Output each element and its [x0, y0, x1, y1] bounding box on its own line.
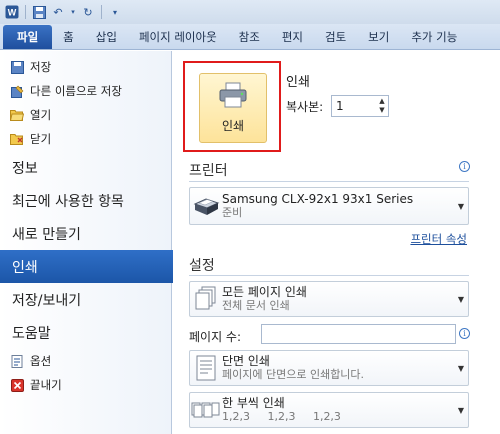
pages-label: 페이지 수:: [189, 330, 242, 344]
save-icon[interactable]: [31, 4, 47, 20]
section-divider: [189, 181, 469, 182]
undo-dropdown-icon[interactable]: ▾: [69, 4, 77, 20]
print-button-label: 인쇄: [221, 119, 245, 133]
single-sided-icon: [190, 352, 222, 384]
collate-icon: [190, 394, 222, 426]
printer-dropdown[interactable]: Samsung CLX-92x1 93x1 Series 준비 ▼: [189, 187, 469, 225]
nav-save-send[interactable]: 저장/보내기: [0, 283, 171, 316]
print-button[interactable]: 인쇄: [199, 73, 267, 143]
customize-icon[interactable]: ▾: [107, 4, 123, 20]
printer-device-icon: [190, 190, 222, 222]
tab-file[interactable]: 파일: [3, 25, 53, 49]
print-range-main: 모든 페이지 인쇄: [222, 285, 307, 299]
folder-open-icon: [10, 108, 24, 122]
pages-stack-icon: [190, 283, 222, 315]
options-icon: [10, 354, 24, 368]
tab-mailings[interactable]: 편지: [271, 25, 314, 49]
settings-section-title: 설정: [189, 258, 215, 274]
nav-options-label: 옵션: [30, 354, 52, 368]
printer-properties-link[interactable]: 프린터 속성: [410, 231, 467, 247]
folder-close-icon: [10, 132, 24, 146]
copies-value: 1: [336, 99, 344, 113]
nav-open-label: 열기: [30, 108, 52, 122]
nav-recent[interactable]: 최근에 사용한 항목: [0, 184, 171, 217]
nav-close[interactable]: 닫기: [0, 127, 171, 151]
undo-icon[interactable]: ↶: [50, 4, 66, 20]
nav-print[interactable]: 인쇄: [0, 250, 185, 283]
tab-insert[interactable]: 삽입: [85, 25, 128, 49]
quick-access-toolbar: W ↶ ▾ ↻ ▾: [0, 0, 500, 24]
printer-info-icon[interactable]: i: [459, 161, 470, 172]
nav-save-as-label: 다른 이름으로 저장: [30, 84, 122, 98]
qat-divider: [25, 5, 26, 19]
tab-home[interactable]: 홈: [52, 25, 85, 49]
nav-save-label: 저장: [30, 60, 52, 74]
nav-save-as[interactable]: 다른 이름으로 저장: [0, 79, 171, 103]
tab-references[interactable]: 참조: [228, 25, 271, 49]
svg-text:W: W: [8, 8, 17, 18]
printer-icon: [218, 82, 248, 111]
copies-stepper[interactable]: 1 ▲ ▼: [331, 95, 389, 117]
chevron-down-icon: ▼: [457, 405, 465, 415]
spin-down-icon[interactable]: ▼: [377, 106, 387, 115]
save-icon: [10, 60, 24, 74]
collate-sub: 1,2,3 1,2,3 1,2,3: [222, 410, 341, 423]
tab-page-layout[interactable]: 페이지 레이아웃: [128, 25, 228, 49]
nav-new[interactable]: 새로 만들기: [0, 217, 171, 250]
print-range-dropdown[interactable]: 모든 페이지 인쇄 전체 문서 인쇄 ▼: [189, 281, 469, 317]
tab-view[interactable]: 보기: [357, 25, 400, 49]
nav-exit[interactable]: 끝내기: [0, 373, 171, 397]
print-panel: 인쇄 인쇄 복사본: 1 ▲ ▼ 프린터 i Samsung CLX-92x1 …: [173, 51, 500, 434]
printer-section-title: 프린터: [189, 163, 228, 179]
nav-save[interactable]: 저장: [0, 55, 171, 79]
backstage-nav: 저장 다른 이름으로 저장 열기 닫기 정보 최근에 사용한 항목 새로 만들기…: [0, 51, 185, 434]
collate-dropdown[interactable]: 한 부씩 인쇄 1,2,3 1,2,3 1,2,3 ▼: [189, 392, 469, 428]
nav-help[interactable]: 도움말: [0, 316, 171, 349]
spin-up-icon[interactable]: ▲: [377, 97, 387, 106]
tab-add-ins[interactable]: 추가 기능: [400, 25, 468, 49]
copies-spinner: ▲ ▼: [377, 97, 387, 115]
sides-sub: 페이지에 단면으로 인쇄합니다.: [222, 368, 365, 381]
printer-name: Samsung CLX-92x1 93x1 Series: [222, 192, 414, 206]
chevron-down-icon: ▼: [457, 201, 465, 211]
copies-label: 복사본:: [286, 100, 324, 114]
nav-exit-label: 끝내기: [30, 378, 62, 392]
exit-icon: [10, 378, 24, 392]
chevron-down-icon: ▼: [457, 294, 465, 304]
nav-info[interactable]: 정보: [0, 151, 171, 184]
save-as-icon: [10, 84, 24, 98]
tab-review[interactable]: 검토: [314, 25, 357, 49]
print-range-sub: 전체 문서 인쇄: [222, 299, 290, 312]
nav-close-label: 닫기: [30, 132, 52, 146]
sides-main: 단면 인쇄: [222, 354, 270, 368]
pages-info-icon[interactable]: i: [459, 328, 470, 339]
section-divider: [189, 275, 469, 276]
sides-dropdown[interactable]: 단면 인쇄 페이지에 단면으로 인쇄합니다. ▼: [189, 350, 469, 386]
pages-input[interactable]: [261, 324, 456, 344]
qat-divider: [101, 5, 102, 19]
nav-options[interactable]: 옵션: [0, 349, 171, 373]
nav-open[interactable]: 열기: [0, 103, 171, 127]
redo-icon[interactable]: ↻: [80, 4, 96, 20]
printer-status: 준비: [222, 206, 243, 219]
ribbon-tabs: 파일 홈 삽입 페이지 레이아웃 참조 편지 검토 보기 추가 기능: [0, 24, 500, 50]
word-logo-icon[interactable]: W: [4, 4, 20, 20]
chevron-down-icon: ▼: [457, 363, 465, 373]
print-title: 인쇄: [286, 75, 310, 90]
collate-main: 한 부씩 인쇄: [222, 396, 285, 410]
